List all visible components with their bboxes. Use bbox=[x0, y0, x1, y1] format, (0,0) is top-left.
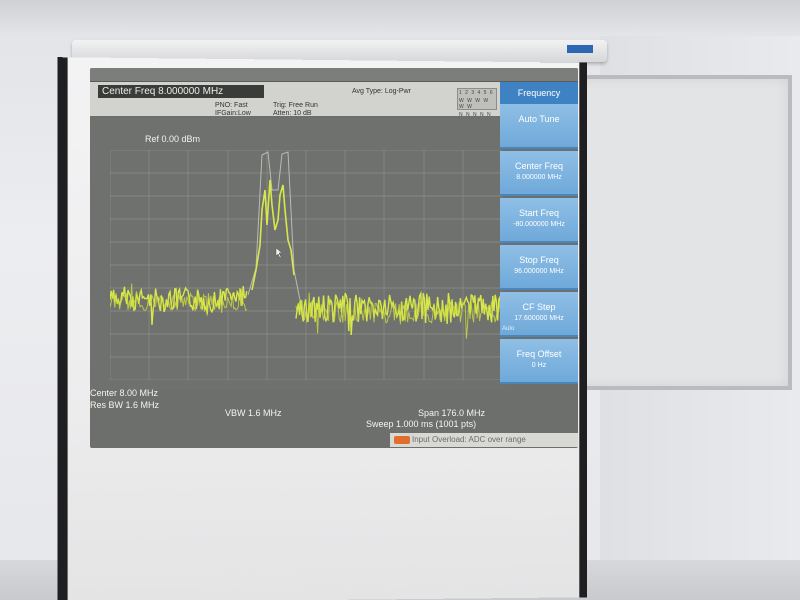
ceiling bbox=[0, 0, 800, 36]
grid-lines bbox=[110, 150, 502, 380]
signal-peak-trace bbox=[251, 179, 295, 291]
res-bw-readout: Res BW 1.6 MHz bbox=[90, 400, 160, 410]
vbw-readout: VBW 1.6 MHz bbox=[225, 408, 282, 418]
ref-level-label: Ref 0.00 dBm bbox=[145, 134, 201, 144]
spectrum-trace bbox=[110, 286, 502, 336]
center-freq-banner[interactable]: Center Freq 8.000000 MHz bbox=[98, 85, 264, 98]
center-freq-readout: Center 8.00 MHz bbox=[90, 388, 159, 398]
if-gain-label: IFGain:Low bbox=[215, 110, 251, 117]
stop-freq-value: 96.000000 MHz bbox=[514, 268, 564, 275]
marker-cursor-icon bbox=[275, 247, 283, 259]
stop-freq-softkey[interactable]: Stop Freq 96.000000 MHz bbox=[500, 245, 578, 290]
warning-badge-icon bbox=[394, 436, 410, 444]
cf-step-mode: Auto bbox=[502, 326, 515, 332]
center-freq-value: 8.000000 MHz bbox=[516, 174, 562, 181]
status-bar bbox=[90, 68, 578, 82]
trace-indicator: 1 2 3 4 5 6 W W W W W W N N N N N N bbox=[457, 88, 497, 124]
screen-brand-tag bbox=[567, 45, 593, 53]
parameter-bar: Center Freq 8.000000 MHz PNO: Fast IFGai… bbox=[90, 82, 505, 124]
cf-step-value: 17.600000 MHz bbox=[514, 315, 564, 322]
trigger-label: Trig: Free Run bbox=[273, 102, 318, 109]
start-freq-label: Start Freq bbox=[518, 208, 559, 218]
auto-tune-label: Auto Tune bbox=[518, 114, 560, 124]
attenuation-label: Atten: 10 dB bbox=[273, 110, 312, 117]
freq-offset-label: Freq Offset bbox=[516, 349, 562, 359]
cf-step-label: CF Step bbox=[522, 302, 556, 312]
stop-freq-label: Stop Freq bbox=[519, 255, 559, 265]
spectrum-analyzer-display: Center Freq 8.000000 MHz PNO: Fast IFGai… bbox=[90, 68, 578, 448]
overload-warning: Input Overload: ADC over range bbox=[412, 435, 526, 444]
softkey-menu-title: Frequency bbox=[500, 82, 578, 104]
freq-offset-softkey[interactable]: Freq Offset 0 Hz bbox=[500, 339, 578, 384]
center-freq-softkey[interactable]: Center Freq 8.000000 MHz bbox=[500, 151, 578, 196]
whiteboard bbox=[572, 75, 792, 390]
freq-offset-value: 0 Hz bbox=[531, 362, 547, 369]
start-freq-value: -80.000000 MHz bbox=[513, 221, 565, 228]
start-freq-softkey[interactable]: Start Freq -80.000000 MHz bbox=[500, 198, 578, 243]
softkey-panel: Frequency Auto Tune Center Freq 8.000000… bbox=[500, 82, 578, 433]
auto-tune-softkey[interactable]: Auto Tune bbox=[500, 104, 578, 149]
avg-type-label: Avg Type: Log-Pwr bbox=[352, 88, 411, 95]
span-readout: Span 176.0 MHz bbox=[418, 408, 486, 418]
spectrum-graph bbox=[110, 150, 502, 380]
center-freq-label: Center Freq bbox=[514, 161, 564, 171]
sweep-readout: Sweep 1.000 ms (1001 pts) bbox=[366, 419, 477, 429]
status-message-bar: Input Overload: ADC over range bbox=[390, 433, 578, 447]
pno-label: PNO: Fast bbox=[215, 102, 248, 109]
cf-step-softkey[interactable]: CF Step 17.600000 MHz Auto bbox=[500, 292, 578, 337]
